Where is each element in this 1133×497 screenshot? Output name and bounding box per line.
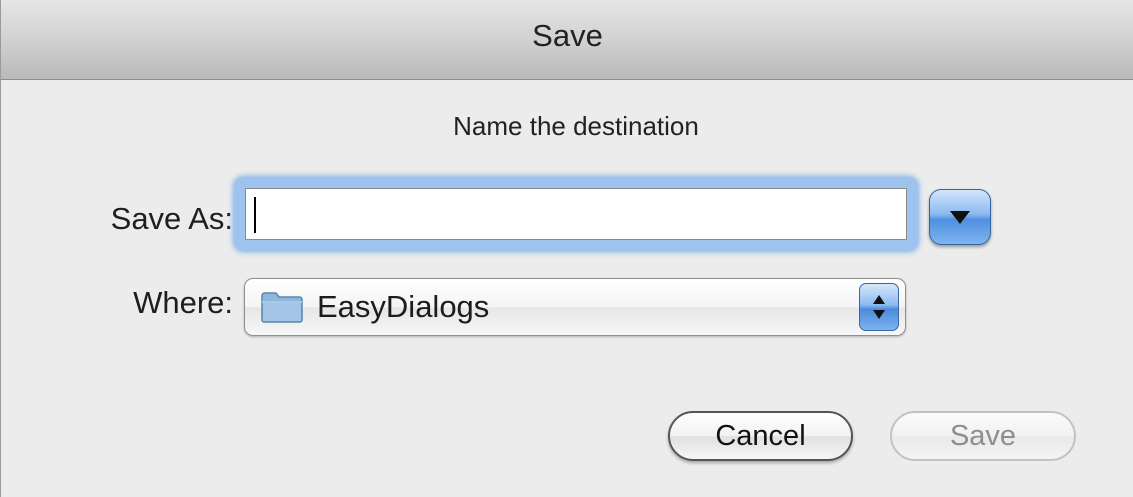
expand-browser-button[interactable] — [929, 189, 991, 245]
folder-icon — [261, 292, 303, 323]
where-popup-button[interactable]: EasyDialogs — [244, 278, 906, 336]
dialog-prompt: Name the destination — [453, 111, 699, 141]
save-dialog-window: Save Name the destination Save As: Where… — [0, 0, 1133, 497]
popup-stepper[interactable] — [859, 283, 899, 331]
triangle-down-icon — [950, 211, 970, 224]
cancel-button[interactable]: Cancel — [668, 411, 853, 461]
save-button[interactable]: Save — [890, 411, 1076, 461]
title-bar[interactable]: Save — [1, 0, 1133, 80]
window-title: Save — [532, 18, 603, 53]
where-label: Where: — [133, 285, 233, 320]
text-caret — [254, 197, 256, 233]
save-as-input[interactable] — [245, 188, 907, 240]
up-down-arrows-icon — [873, 295, 885, 319]
where-value: EasyDialogs — [317, 289, 490, 324]
save-as-label: Save As: — [110, 201, 233, 236]
